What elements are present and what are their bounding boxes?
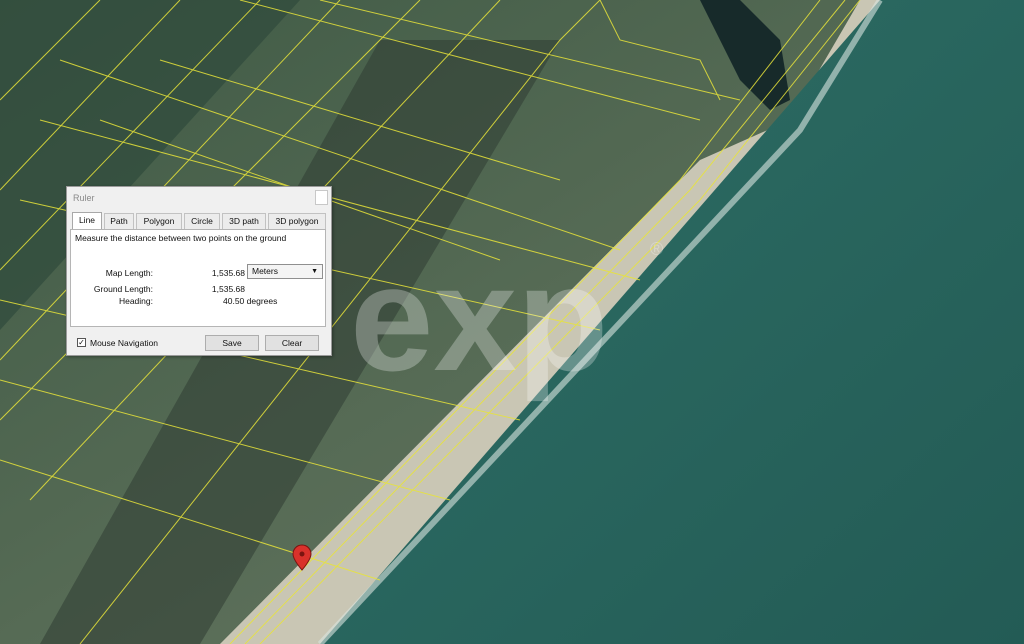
close-button[interactable] — [315, 190, 328, 205]
tab-3d-path[interactable]: 3D path — [222, 213, 266, 229]
tab-polygon[interactable]: Polygon — [136, 213, 182, 229]
units-selected: Meters — [252, 266, 278, 276]
map-length-label: Map Length: — [105, 268, 153, 278]
heading-label: Heading: — [118, 296, 153, 306]
clear-button[interactable]: Clear — [265, 335, 319, 351]
map-length-value: 1,535.68 — [211, 268, 245, 278]
chevron-down-icon: ▼ — [311, 268, 318, 275]
heading-value: 40.50 degrees — [223, 296, 278, 306]
dialog-title: Ruler — [73, 193, 95, 203]
ruler-dialog: Ruler Line Path Polygon Circle 3D path 3… — [66, 186, 332, 356]
tab-line[interactable]: Line — [72, 212, 102, 230]
save-button[interactable]: Save — [205, 335, 259, 351]
ground-length-label: Ground Length: — [93, 284, 153, 294]
mouse-navigation-checkbox[interactable]: ✓ — [77, 338, 86, 347]
tab-path[interactable]: Path — [104, 213, 134, 229]
line-tab-panel: Measure the distance between two points … — [70, 229, 326, 327]
ground-length-value: 1,535.68 — [211, 284, 245, 294]
mouse-navigation-label: Mouse Navigation — [90, 338, 159, 348]
registered-mark: ® — [650, 239, 663, 259]
units-dropdown[interactable]: Meters ▼ — [247, 264, 323, 279]
tab-3d-polygon[interactable]: 3D polygon — [268, 213, 326, 229]
instruction-text: Measure the distance between two points … — [75, 233, 287, 243]
tab-circle[interactable]: Circle — [184, 213, 220, 229]
watermark-text: exp — [350, 234, 608, 402]
